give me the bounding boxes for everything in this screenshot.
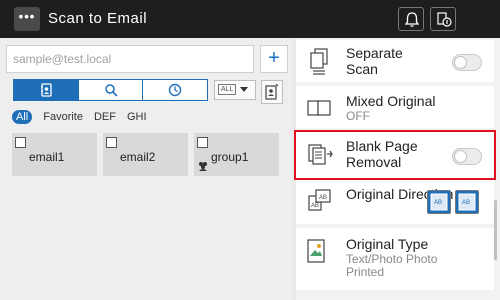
group-icon bbox=[199, 162, 207, 171]
setting-label: Original Type bbox=[346, 236, 429, 252]
destination-name: email2 bbox=[120, 150, 156, 164]
setting-label: Mixed Original bbox=[346, 93, 436, 109]
destination-name: email1 bbox=[29, 150, 65, 164]
destination-card-email2[interactable]: email2 bbox=[103, 133, 188, 176]
history-icon bbox=[168, 83, 182, 97]
address-list-button[interactable] bbox=[261, 80, 283, 104]
filter-all[interactable]: All bbox=[12, 110, 33, 124]
setting-separate-scan[interactable]: Separate Scan bbox=[296, 40, 494, 82]
setting-label: Separate Scan bbox=[346, 45, 403, 77]
original-type-icon bbox=[307, 239, 325, 263]
page-title: Scan to Email bbox=[48, 10, 148, 27]
add-address-button[interactable]: + bbox=[260, 45, 288, 73]
destination-card-email1[interactable]: email1 bbox=[12, 133, 97, 176]
email-address-input[interactable] bbox=[6, 45, 254, 73]
svg-text:AB: AB bbox=[462, 200, 470, 206]
tab-history[interactable] bbox=[143, 80, 208, 100]
tab-address-book[interactable] bbox=[14, 80, 79, 100]
bell-icon bbox=[404, 12, 420, 27]
setting-mixed-original[interactable]: Mixed Original OFF bbox=[296, 86, 494, 128]
address-list-icon bbox=[265, 83, 279, 100]
direction-option-2[interactable]: AB bbox=[455, 190, 479, 214]
separate-scan-icon bbox=[310, 48, 328, 75]
view-tabs bbox=[13, 79, 208, 101]
menu-button[interactable]: ••• bbox=[14, 7, 40, 31]
setting-original-direction[interactable]: AB AB Original Direction AB AB bbox=[296, 180, 494, 224]
direction-option-1[interactable]: AB bbox=[427, 190, 451, 214]
destination-card-group1[interactable]: group1 bbox=[194, 133, 279, 176]
direction-left-icon: AB bbox=[458, 193, 476, 211]
setting-value: Text/Photo Photo Printed bbox=[346, 252, 438, 279]
job-history-icon bbox=[437, 12, 452, 27]
address-book-icon bbox=[40, 83, 52, 97]
svg-text:AB: AB bbox=[319, 195, 327, 201]
scrollbar[interactable] bbox=[494, 200, 497, 260]
index-filter-bar: All Favorite DEF GHI bbox=[12, 110, 158, 124]
notification-button[interactable] bbox=[398, 7, 424, 31]
search-icon bbox=[104, 84, 118, 97]
checkbox[interactable] bbox=[15, 137, 26, 148]
job-history-button[interactable] bbox=[430, 7, 456, 31]
dropdown-value: ALL bbox=[218, 84, 237, 95]
filter-def[interactable]: DEF bbox=[94, 111, 116, 123]
svg-text:AB: AB bbox=[434, 200, 442, 206]
filter-ghi[interactable]: GHI bbox=[127, 111, 147, 123]
mixed-original-icon bbox=[307, 100, 331, 116]
tab-search[interactable] bbox=[78, 80, 144, 100]
highlight-box bbox=[294, 130, 496, 180]
direction-top-icon: AB bbox=[430, 193, 448, 211]
destination-name: group1 bbox=[211, 150, 249, 164]
setting-value: OFF bbox=[346, 109, 370, 123]
index-dropdown[interactable]: ALL bbox=[214, 80, 256, 100]
filter-favorite[interactable]: Favorite bbox=[43, 111, 83, 123]
title-bar: ••• Scan to Email bbox=[0, 0, 500, 38]
chevron-down-icon bbox=[240, 87, 248, 92]
svg-text:AB: AB bbox=[311, 203, 319, 209]
checkbox[interactable] bbox=[197, 137, 208, 148]
original-direction-icon: AB AB bbox=[308, 189, 331, 211]
setting-original-type[interactable]: Original Type Text/Photo Photo Printed bbox=[296, 228, 494, 290]
separate-scan-toggle[interactable] bbox=[452, 54, 482, 71]
checkbox[interactable] bbox=[106, 137, 117, 148]
